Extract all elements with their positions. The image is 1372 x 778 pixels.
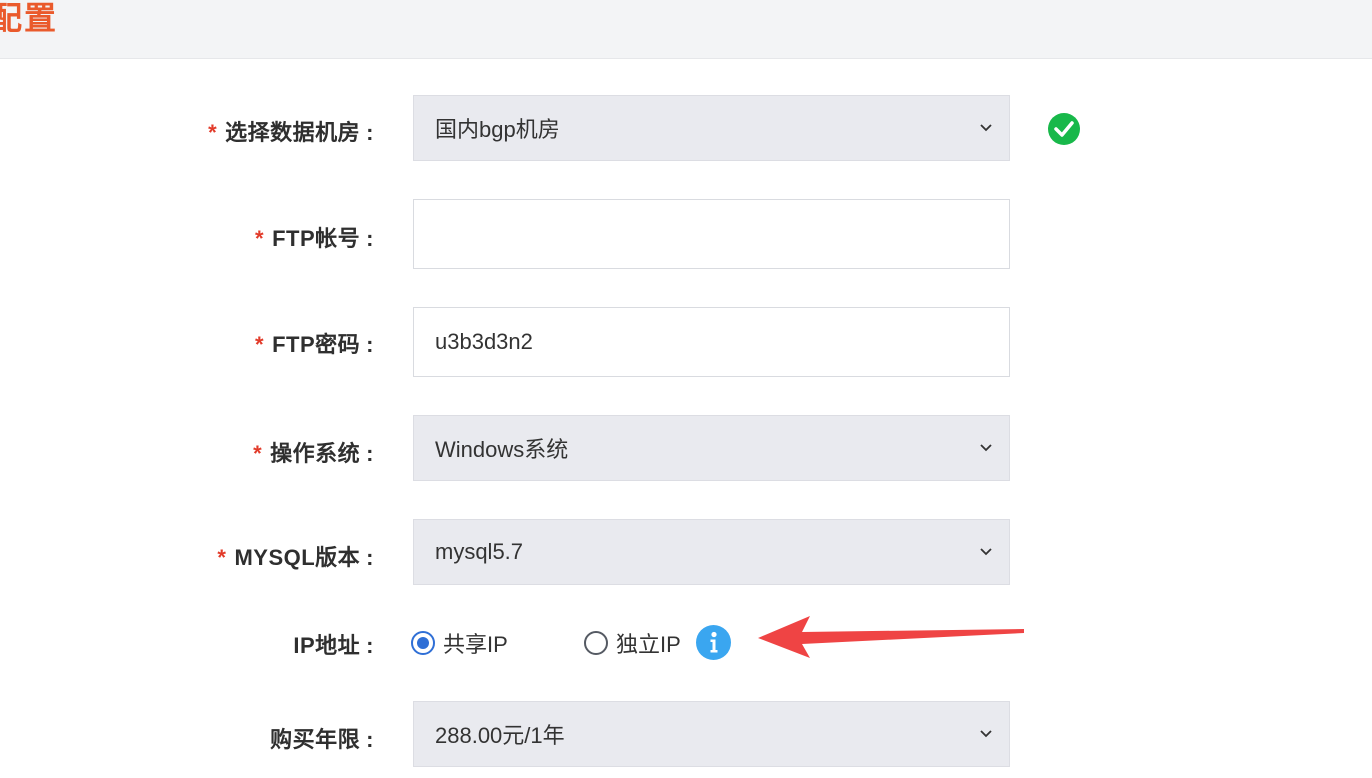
ip-option-shared[interactable]: 共享IP bbox=[411, 626, 508, 660]
radio-unchecked-icon[interactable] bbox=[584, 631, 608, 655]
page-header: 配置 bbox=[0, 0, 1372, 59]
datacenter-select-value: 国内bgp机房 bbox=[435, 117, 560, 142]
chevron-down-icon bbox=[980, 124, 992, 132]
form-row-ftp-account: * FTP帐号: bbox=[0, 199, 1372, 269]
ftp-password-label: * FTP密码: bbox=[255, 332, 374, 357]
required-mark: * bbox=[253, 441, 263, 466]
radio-checked-icon[interactable] bbox=[411, 631, 435, 655]
form-row-ftp-password: * FTP密码: u3b3d3n2 bbox=[0, 307, 1372, 377]
annotation-arrow-icon bbox=[758, 616, 1024, 658]
ip-option-dedicated-label: 独立IP bbox=[616, 632, 681, 657]
mysql-label: * MYSQL版本: bbox=[217, 545, 374, 570]
ftp-password-value: u3b3d3n2 bbox=[435, 329, 533, 354]
ftp-account-label: * FTP帐号: bbox=[255, 226, 374, 251]
ip-option-dedicated[interactable]: 独立IP bbox=[584, 626, 681, 660]
datacenter-label: * 选择数据机房: bbox=[208, 120, 374, 145]
os-select-value: Windows系统 bbox=[435, 437, 569, 462]
os-label: * 操作系统: bbox=[253, 441, 374, 466]
duration-select-value: 288.00元/1年 bbox=[435, 723, 565, 748]
datacenter-select[interactable]: 国内bgp机房 bbox=[413, 95, 1010, 161]
form-row-duration: 购买年限: 288.00元/1年 bbox=[0, 701, 1372, 767]
form-row-mysql: * MYSQL版本: mysql5.7 bbox=[0, 519, 1372, 585]
required-mark: * bbox=[255, 332, 265, 357]
required-mark: * bbox=[217, 545, 227, 570]
ftp-password-input[interactable]: u3b3d3n2 bbox=[413, 307, 1010, 377]
form-row-datacenter: * 选择数据机房: 国内bgp机房 bbox=[0, 95, 1372, 161]
os-select[interactable]: Windows系统 bbox=[413, 415, 1010, 481]
duration-label: 购买年限: bbox=[270, 727, 374, 752]
form-row-ip: IP地址: bbox=[0, 626, 1372, 660]
check-circle-icon bbox=[1048, 113, 1080, 145]
chevron-down-icon bbox=[980, 444, 992, 452]
info-icon[interactable] bbox=[695, 624, 732, 661]
chevron-down-icon bbox=[980, 730, 992, 738]
ip-label: IP地址: bbox=[293, 633, 374, 658]
form-row-os: * 操作系统: Windows系统 bbox=[0, 415, 1372, 481]
required-mark: * bbox=[208, 120, 218, 145]
required-mark: * bbox=[255, 226, 265, 251]
ip-option-shared-label: 共享IP bbox=[443, 632, 508, 657]
mysql-select[interactable]: mysql5.7 bbox=[413, 519, 1010, 585]
ftp-account-input[interactable] bbox=[413, 199, 1010, 269]
mysql-select-value: mysql5.7 bbox=[435, 539, 524, 564]
page-title: 配置 bbox=[0, 0, 59, 36]
chevron-down-icon bbox=[980, 548, 992, 556]
duration-select[interactable]: 288.00元/1年 bbox=[413, 701, 1010, 767]
